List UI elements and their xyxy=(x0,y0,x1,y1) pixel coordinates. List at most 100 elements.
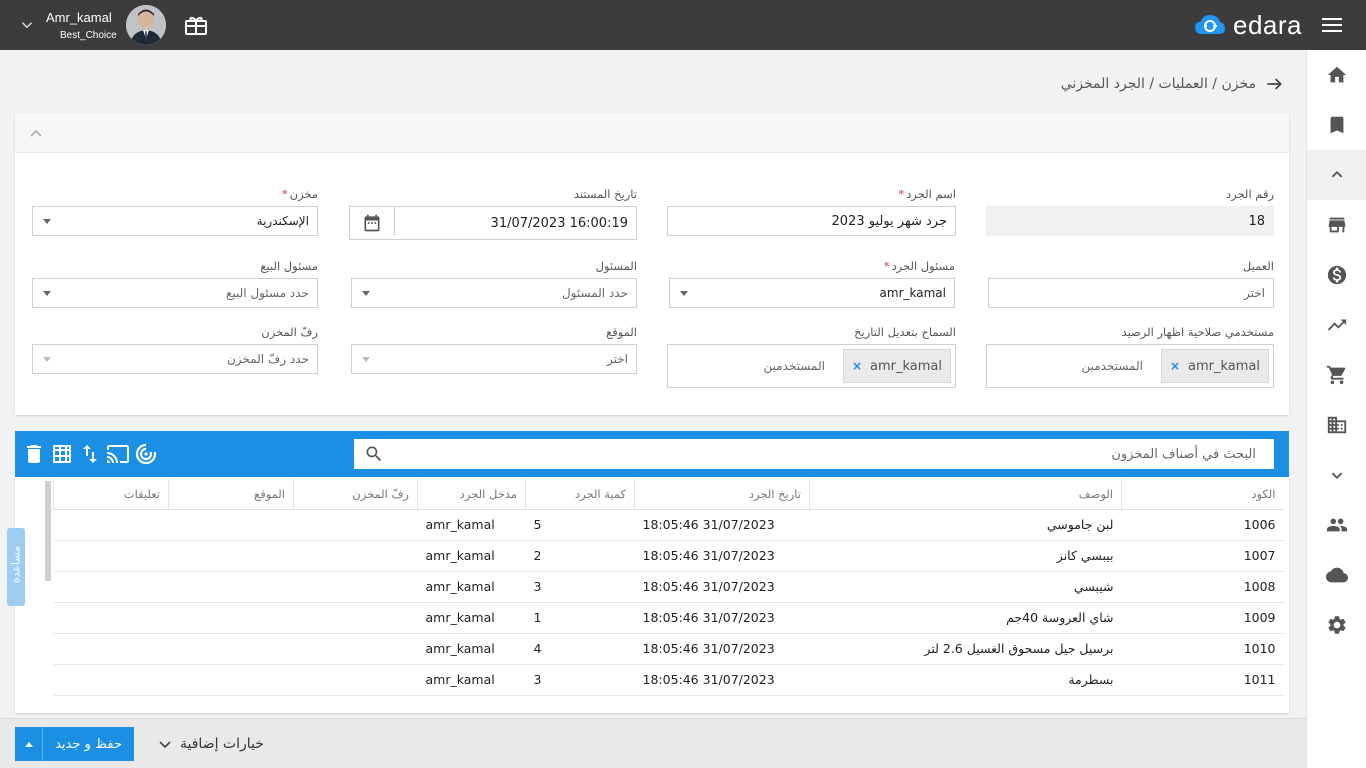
sidebar-item-sales[interactable] xyxy=(1307,350,1366,400)
cell-comments xyxy=(53,540,169,572)
cell-description: بيبسي كانز xyxy=(809,540,1122,572)
help-tab[interactable]: مساعدة xyxy=(7,528,25,606)
table-row[interactable]: 1008 شيبسي 31/07/2023 18:05:46 3 amr_kam… xyxy=(53,571,1284,603)
table-row[interactable]: 1009 شاي العروسة 40جم 31/07/2023 18:05:4… xyxy=(53,602,1284,634)
shelf-select[interactable]: حدد رفّ المخزن xyxy=(32,344,318,374)
sidebar-item-cloud[interactable] xyxy=(1307,550,1366,600)
chevron-down-icon xyxy=(159,741,171,749)
sidebar-scroll-up[interactable] xyxy=(1307,150,1366,200)
cell-description: لبن جاموسي xyxy=(809,509,1122,541)
sidebar-item-finance[interactable] xyxy=(1307,250,1366,300)
vertical-scrollbar[interactable] xyxy=(45,481,51,581)
save-and-new-label: حفظ و جديد xyxy=(55,736,122,752)
hamburger-menu-icon[interactable] xyxy=(1322,17,1342,33)
sidebar-item-users[interactable] xyxy=(1307,500,1366,550)
table-row[interactable]: 1010 برسيل جيل مسحوق الغسيل 2.6 لتر 31/0… xyxy=(53,633,1284,665)
save-options-toggle[interactable] xyxy=(15,727,43,761)
location-label: الموقع xyxy=(606,325,637,339)
cast-icon xyxy=(107,445,129,463)
cell-count-date: 31/07/2023 18:05:46 xyxy=(634,509,810,541)
cloud-logo-icon xyxy=(1195,15,1225,34)
sidebar-item-company[interactable] xyxy=(1307,400,1366,450)
chevron-down-icon[interactable] xyxy=(18,16,36,34)
sidebar-item-settings[interactable] xyxy=(1307,600,1366,650)
cell-shelf xyxy=(293,664,418,696)
responsible-select[interactable]: حدد المسئول xyxy=(351,278,637,308)
item-search-box[interactable]: البحث في أصناف المخزون xyxy=(354,439,1274,469)
search-icon xyxy=(366,446,382,462)
cell-count-date: 31/07/2023 18:05:46 xyxy=(634,602,810,634)
scan-button[interactable] xyxy=(134,442,158,466)
column-header[interactable]: مدخل الجرد xyxy=(417,479,526,510)
cell-count-date: 31/07/2023 18:05:46 xyxy=(634,664,810,696)
doc-date-label: تاريخ المستند xyxy=(573,187,637,201)
caret-down-icon xyxy=(362,357,370,362)
people-icon xyxy=(1326,518,1348,532)
count-number-field: رقم الجرد 18 xyxy=(986,187,1274,236)
column-header[interactable]: كمية الجرد xyxy=(525,479,635,510)
required-mark: * xyxy=(898,187,905,201)
grid-view-button[interactable] xyxy=(50,442,74,466)
cell-entered-by: amr_kamal xyxy=(417,509,526,541)
column-header[interactable]: تعليقات xyxy=(53,479,169,510)
cell-entered-by: amr_kamal xyxy=(417,664,526,696)
grid-icon xyxy=(53,445,71,463)
cell-location xyxy=(168,571,294,603)
customer-placeholder: اختر xyxy=(1244,286,1265,300)
count-name-input[interactable]: جرد شهر يوليو 2023 xyxy=(667,206,956,236)
count-responsible-field: مسئول الجرد* amr_kamal xyxy=(669,259,955,308)
cell-code: 1008 xyxy=(1121,571,1284,603)
cell-comments xyxy=(53,602,169,634)
sales-responsible-label: مسئول البيع xyxy=(260,259,318,273)
gift-icon[interactable] xyxy=(184,14,208,36)
grid-toolbar: البحث في أصناف المخزون xyxy=(15,431,1289,477)
save-and-new-button[interactable]: حفظ و جديد xyxy=(15,727,134,761)
cell-entered-by: amr_kamal xyxy=(417,571,526,603)
count-responsible-select[interactable]: amr_kamal xyxy=(669,278,955,308)
items-table: الكود الوصف تاريخ الجرد كمية الجرد مدخل … xyxy=(53,479,1284,696)
date-edit-users-placeholder: المستخدمين xyxy=(763,359,825,373)
doc-date-input[interactable]: 31/07/2023 16:00:19 xyxy=(349,206,637,240)
cell-comments xyxy=(53,571,169,603)
remove-tag-icon[interactable]: × xyxy=(1170,359,1180,373)
sidebar-item-store[interactable] xyxy=(1307,200,1366,250)
sales-responsible-field: مسئول البيع حدد مسئول البيع xyxy=(32,259,318,308)
table-row[interactable]: 1006 لبن جاموسي 31/07/2023 18:05:46 5 am… xyxy=(53,509,1284,541)
trending-up-icon xyxy=(1327,319,1347,331)
cast-button[interactable] xyxy=(106,442,130,466)
more-options-button[interactable]: خيارات إضافية xyxy=(158,736,264,752)
column-header[interactable]: الوصف xyxy=(809,479,1122,510)
chevron-up-icon[interactable] xyxy=(29,127,43,141)
sidebar-item-home[interactable] xyxy=(1307,50,1366,100)
store-icon xyxy=(1328,217,1346,233)
calendar-icon[interactable] xyxy=(362,213,382,233)
edara-logo[interactable]: edara xyxy=(1193,9,1302,40)
sidebar-item-bookmarks[interactable] xyxy=(1307,100,1366,150)
warehouse-select[interactable]: الإسكندرية xyxy=(32,206,318,236)
count-name-value: جرد شهر يوليو 2023 xyxy=(831,213,947,229)
logo-text: edara xyxy=(1233,9,1302,40)
sidebar-item-reports[interactable] xyxy=(1307,300,1366,350)
remove-tag-icon[interactable]: × xyxy=(852,359,862,373)
arrow-back-icon[interactable] xyxy=(1264,74,1284,94)
avatar[interactable] xyxy=(126,5,166,45)
column-header[interactable]: الكود xyxy=(1121,479,1284,510)
location-select[interactable]: اختر xyxy=(351,344,637,374)
column-header[interactable]: رفّ المخزن xyxy=(293,479,418,510)
cell-description: شيبسي xyxy=(809,571,1122,603)
table-row[interactable]: 1007 بيبسي كانز 31/07/2023 18:05:46 2 am… xyxy=(53,540,1284,572)
user-name[interactable]: Amr_kamal xyxy=(46,10,112,25)
customer-select[interactable]: اختر xyxy=(988,278,1274,308)
cell-count-date: 31/07/2023 18:05:46 xyxy=(634,540,810,572)
sort-button[interactable] xyxy=(78,442,102,466)
column-header[interactable]: الموقع xyxy=(168,479,294,510)
sales-responsible-select[interactable]: حدد مسئول البيع xyxy=(32,278,318,308)
table-row[interactable]: 1011 بسطرمة 31/07/2023 18:05:46 3 amr_ka… xyxy=(53,664,1284,696)
sidebar-scroll-down[interactable] xyxy=(1307,450,1366,500)
date-edit-users-input[interactable]: amr_kamal × المستخدمين xyxy=(667,344,956,388)
balance-users-input[interactable]: amr_kamal × المستخدمين xyxy=(986,344,1274,388)
column-header[interactable]: تاريخ الجرد xyxy=(634,479,810,510)
delete-button[interactable] xyxy=(22,442,46,466)
breadcrumb-path[interactable]: مخزن / العمليات / الجرد المخزني xyxy=(1061,76,1256,92)
cell-quantity: 5 xyxy=(525,509,635,541)
